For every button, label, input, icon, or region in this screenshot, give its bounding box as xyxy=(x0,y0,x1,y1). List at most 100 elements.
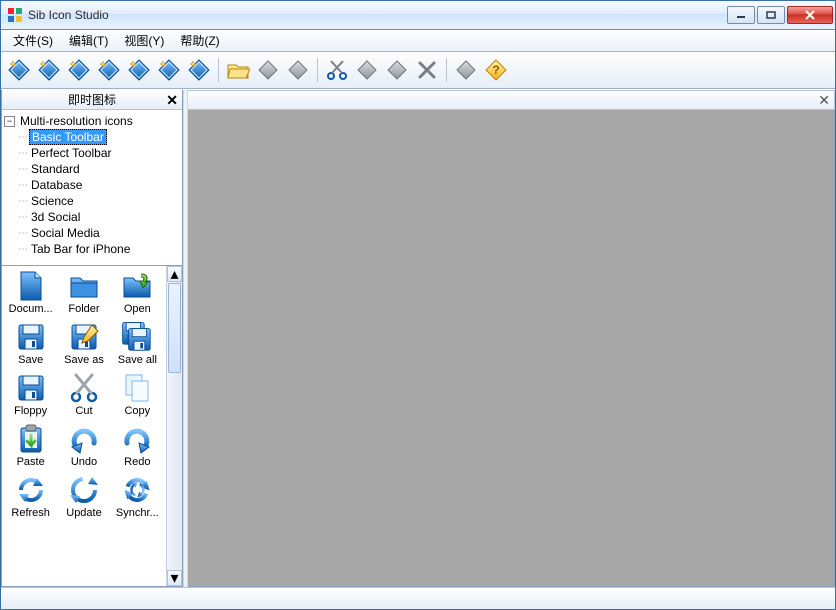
close-button[interactable] xyxy=(787,6,833,24)
icon-label: Paste xyxy=(17,456,45,468)
icon-grid: Docum... Folder Open Save Save as Save all Flo… xyxy=(2,266,166,586)
icon-label: Update xyxy=(66,507,101,519)
open-icon xyxy=(121,270,153,302)
tool-diamond-1[interactable] xyxy=(5,56,33,84)
menu-help[interactable]: 帮助(Z) xyxy=(172,30,227,51)
tree-item[interactable]: ⋯3d Social xyxy=(4,209,180,225)
left-panel-close-icon[interactable]: ✕ xyxy=(166,92,178,109)
scissors-icon xyxy=(68,372,100,404)
tool-diamond-5[interactable] xyxy=(125,56,153,84)
icon-label: Folder xyxy=(68,303,99,315)
saveas-icon xyxy=(68,321,100,353)
icon-grid-scrollbar[interactable]: ▴ ▾ xyxy=(166,266,182,586)
icon-cell-scissors[interactable]: Cut xyxy=(57,372,110,417)
scroll-down-icon[interactable]: ▾ xyxy=(167,570,182,586)
tree-item[interactable]: ⋯Standard xyxy=(4,161,180,177)
icon-cell-redo[interactable]: Redo xyxy=(111,423,164,468)
tool-properties[interactable] xyxy=(452,56,480,84)
icon-cell-document[interactable]: Docum... xyxy=(4,270,57,315)
tree-item-label[interactable]: Tab Bar for iPhone xyxy=(29,242,132,256)
icon-label: Docum... xyxy=(9,303,53,315)
icon-cell-copy[interactable]: Copy xyxy=(111,372,164,417)
tool-delete[interactable] xyxy=(413,56,441,84)
maximize-button[interactable] xyxy=(757,6,785,24)
tool-paste[interactable] xyxy=(383,56,411,84)
tool-gray-2[interactable] xyxy=(284,56,312,84)
left-panel: 即时图标 ✕ − Multi-resolution icons ⋯Basic T… xyxy=(1,90,183,587)
update-icon xyxy=(68,474,100,506)
tree-item[interactable]: ⋯Tab Bar for iPhone xyxy=(4,241,180,257)
icon-cell-folder[interactable]: Folder xyxy=(57,270,110,315)
tree-item[interactable]: ⋯Basic Toolbar xyxy=(4,129,180,145)
statusbar xyxy=(1,587,835,609)
icon-cell-refresh[interactable]: Refresh xyxy=(4,474,57,519)
tool-help[interactable] xyxy=(482,56,510,84)
icon-cell-open[interactable]: Open xyxy=(111,270,164,315)
tool-diamond-3[interactable] xyxy=(65,56,93,84)
icon-cell-undo[interactable]: Undo xyxy=(57,423,110,468)
tree-item-label[interactable]: Basic Toolbar xyxy=(29,129,107,145)
tree-item-label[interactable]: Standard xyxy=(29,162,82,176)
document-icon xyxy=(15,270,47,302)
icon-label: Undo xyxy=(71,456,97,468)
window-title: Sib Icon Studio xyxy=(28,8,727,22)
icon-cell-sync[interactable]: Synchr... xyxy=(111,474,164,519)
tree-item-label[interactable]: Science xyxy=(29,194,76,208)
icon-label: Redo xyxy=(124,456,150,468)
tree-item[interactable]: ⋯Perfect Toolbar xyxy=(4,145,180,161)
left-panel-title: 即时图标 xyxy=(68,91,116,108)
app-icon xyxy=(7,7,23,23)
workspace-header: ✕ xyxy=(188,90,835,110)
tree-root[interactable]: − Multi-resolution icons xyxy=(4,113,180,129)
icon-cell-floppy[interactable]: Floppy xyxy=(4,372,57,417)
category-tree[interactable]: − Multi-resolution icons ⋯Basic Toolbar⋯… xyxy=(2,110,182,266)
refresh-icon xyxy=(15,474,47,506)
icon-label: Open xyxy=(124,303,151,315)
scroll-up-icon[interactable]: ▴ xyxy=(167,266,182,282)
tool-diamond-6[interactable] xyxy=(155,56,183,84)
icon-label: Copy xyxy=(124,405,150,417)
menu-file[interactable]: 文件(S) xyxy=(5,30,61,51)
undo-icon xyxy=(68,423,100,455)
minimize-button[interactable] xyxy=(727,6,755,24)
icon-label: Synchr... xyxy=(116,507,159,519)
tool-open-folder[interactable] xyxy=(224,56,252,84)
tool-diamond-7[interactable] xyxy=(185,56,213,84)
left-panel-header: 即时图标 ✕ xyxy=(2,90,182,110)
tree-item-label[interactable]: 3d Social xyxy=(29,210,82,224)
tool-diamond-4[interactable] xyxy=(95,56,123,84)
icon-label: Save xyxy=(18,354,43,366)
tree-item[interactable]: ⋯Social Media xyxy=(4,225,180,241)
menu-edit[interactable]: 编辑(T) xyxy=(61,30,116,51)
tree-item-label[interactable]: Perfect Toolbar xyxy=(29,146,114,160)
icon-label: Save as xyxy=(64,354,104,366)
icon-cell-save[interactable]: Save xyxy=(4,321,57,366)
folder-icon xyxy=(68,270,100,302)
tool-cut[interactable] xyxy=(323,56,351,84)
tool-copy[interactable] xyxy=(353,56,381,84)
tree-collapse-icon[interactable]: − xyxy=(4,116,15,127)
icon-cell-paste[interactable]: Paste xyxy=(4,423,57,468)
icon-label: Refresh xyxy=(11,507,50,519)
workspace: ✕ xyxy=(188,90,835,587)
scroll-thumb[interactable] xyxy=(168,283,181,373)
icon-cell-update[interactable]: Update xyxy=(57,474,110,519)
icon-cell-saveas[interactable]: Save as xyxy=(57,321,110,366)
canvas[interactable] xyxy=(188,110,835,587)
tree-root-label[interactable]: Multi-resolution icons xyxy=(18,114,135,128)
menu-view[interactable]: 视图(Y) xyxy=(116,30,172,51)
workspace-close-icon[interactable]: ✕ xyxy=(818,92,830,109)
icon-cell-saveall[interactable]: Save all xyxy=(111,321,164,366)
tree-item-label[interactable]: Social Media xyxy=(29,226,102,240)
toolbar-separator xyxy=(446,58,447,82)
save-icon xyxy=(15,321,47,353)
tool-diamond-2[interactable] xyxy=(35,56,63,84)
tool-gray-1[interactable] xyxy=(254,56,282,84)
tree-item[interactable]: ⋯Science xyxy=(4,193,180,209)
menubar: 文件(S) 编辑(T) 视图(Y) 帮助(Z) xyxy=(1,30,835,52)
copy-icon xyxy=(121,372,153,404)
sync-icon xyxy=(121,474,153,506)
tree-item[interactable]: ⋯Database xyxy=(4,177,180,193)
icon-label: Floppy xyxy=(14,405,47,417)
tree-item-label[interactable]: Database xyxy=(29,178,84,192)
